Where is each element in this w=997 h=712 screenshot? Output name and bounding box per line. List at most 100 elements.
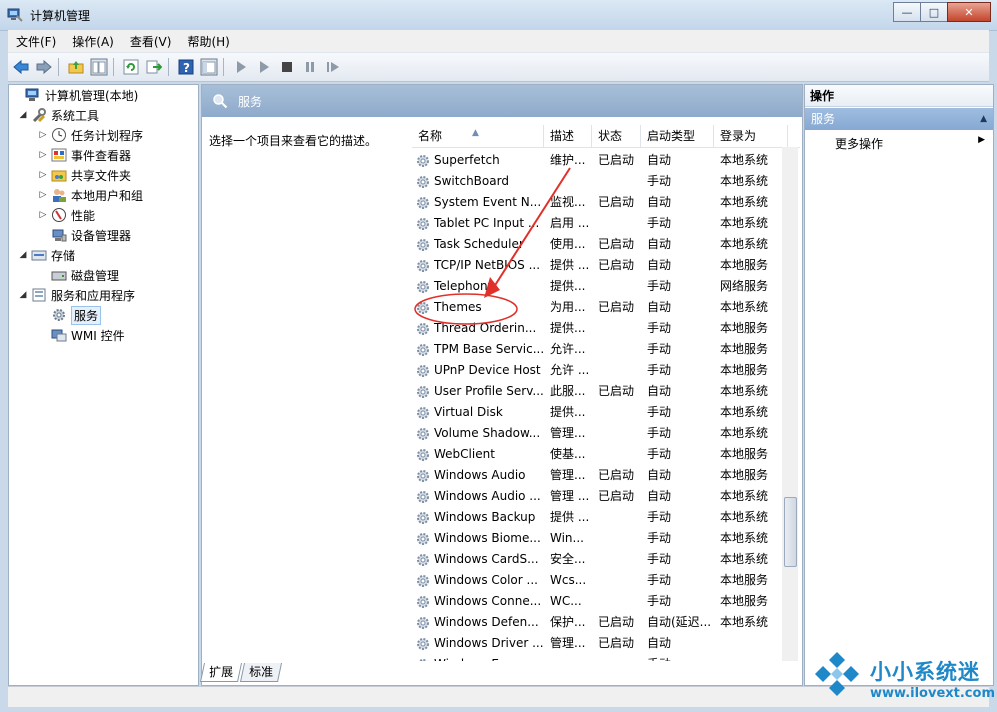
tab-extended[interactable]: 扩展	[199, 663, 243, 682]
refresh-icon[interactable]	[121, 57, 141, 77]
column-header-log-on-as[interactable]: 登录为	[714, 125, 788, 147]
service-startup-cell: 自动	[647, 300, 672, 314]
table-row[interactable]: Volume Shadow... 管理... 手动 本地系统	[412, 423, 800, 444]
collapse-up-icon[interactable]: ▲	[980, 108, 987, 130]
show-hide-tree-icon[interactable]	[89, 57, 109, 77]
service-logon-cell: 本地服务	[720, 468, 769, 482]
close-button[interactable]: ✕	[947, 2, 991, 22]
submenu-arrow-icon[interactable]: ▶	[978, 135, 985, 145]
menu-help[interactable]: 帮助(H)	[179, 33, 237, 50]
service-name-cell: Windows Conne...	[412, 591, 544, 612]
tree-item-wmi-control[interactable]: WMI 控件	[37, 325, 125, 345]
table-row[interactable]: System Event N... 监视... 已启动 自动 本地系统	[412, 192, 800, 213]
column-header-status[interactable]: 状态	[592, 125, 641, 147]
table-row[interactable]: Windows Audio 管理... 已启动 自动 本地服务	[412, 465, 800, 486]
column-header-startup-type[interactable]: 启动类型	[641, 125, 714, 147]
menu-bar: 文件(F) 操作(A) 查看(V) 帮助(H)	[8, 30, 989, 52]
service-name-cell: Windows Driver ...	[412, 633, 544, 654]
expanded-arrow-icon[interactable]: ◢	[17, 110, 29, 120]
maximize-button[interactable]: □	[920, 2, 948, 22]
tree-item-system-tools[interactable]: ◢ 系统工具	[17, 105, 99, 125]
table-row[interactable]: Windows Color ... Wcs... 手动 本地服务	[412, 570, 800, 591]
service-logon-cell: 本地系统	[720, 615, 769, 629]
table-row[interactable]: Virtual Disk 提供... 手动 本地系统	[412, 402, 800, 423]
column-header-description[interactable]: 描述	[544, 125, 592, 147]
service-name-cell: User Profile Serv...	[412, 381, 544, 402]
tree-item-shared-folders[interactable]: ▷ 共享文件夹	[37, 165, 131, 185]
collapsed-arrow-icon[interactable]: ▷	[37, 170, 49, 180]
up-folder-icon[interactable]	[66, 57, 86, 77]
service-gear-icon	[417, 427, 429, 440]
tree-item-services-and-applications[interactable]: ◢ 服务和应用程序	[17, 285, 135, 305]
table-row[interactable]: Windows Conne... WC... 手动 本地服务	[412, 591, 800, 612]
expanded-arrow-icon[interactable]: ◢	[17, 290, 29, 300]
help-icon[interactable]: ?	[176, 57, 196, 77]
column-header-name[interactable]: 名称 ▲	[412, 125, 544, 147]
tree-item-computer-management[interactable]: 计算机管理(本地)	[11, 85, 138, 105]
back-icon[interactable]	[11, 57, 31, 77]
tree-item-storage[interactable]: ◢ 存储	[17, 245, 75, 265]
table-row[interactable]: Superfetch 维护... 已启动 自动 本地系统	[412, 150, 800, 171]
service-description-cell: WC...	[550, 594, 582, 608]
forward-icon[interactable]	[34, 57, 54, 77]
export-icon[interactable]	[144, 57, 164, 77]
collapsed-arrow-icon[interactable]: ▷	[37, 190, 49, 200]
table-row[interactable]: UPnP Device Host 允许 ... 手动 本地服务	[412, 360, 800, 381]
table-row[interactable]: Thread Orderin... 提供... 手动 本地服务	[412, 318, 800, 339]
stop-icon[interactable]	[277, 57, 297, 77]
table-row[interactable]: Windows Driver ... 管理... 已启动 自动	[412, 633, 800, 654]
table-row[interactable]: Telephony 提供... 手动 网络服务	[412, 276, 800, 297]
collapsed-arrow-icon[interactable]: ▷	[37, 130, 49, 140]
start-icon[interactable]	[254, 57, 274, 77]
tree-item-event-viewer[interactable]: ▷ 事件查看器	[37, 145, 131, 165]
actions-section-services[interactable]: 服务 ▲	[805, 108, 993, 130]
console-view-icon[interactable]	[199, 57, 219, 77]
collapsed-arrow-icon[interactable]: ▷	[37, 150, 49, 160]
expanded-arrow-icon[interactable]: ◢	[17, 250, 29, 260]
more-actions-item[interactable]: 更多操作	[835, 135, 883, 152]
device-manager-icon	[52, 229, 67, 242]
service-description-cell: 提供 ...	[550, 258, 590, 272]
menu-view[interactable]: 查看(V)	[122, 33, 180, 50]
tab-label: 扩展	[209, 665, 234, 679]
tree-item-services[interactable]: 服务	[37, 305, 102, 325]
restart-icon[interactable]	[323, 57, 343, 77]
tree-item-performance[interactable]: ▷ 性能	[37, 205, 95, 225]
service-name-cell: UPnP Device Host	[412, 360, 544, 381]
start-service-icon[interactable]	[231, 57, 251, 77]
table-row[interactable]: User Profile Serv... 此服... 已启动 自动 本地系统	[412, 381, 800, 402]
table-row[interactable]: Task Scheduler 使用... 已启动 自动 本地系统	[412, 234, 800, 255]
table-row[interactable]: Themes 为用... 已启动 自动 本地系统	[412, 297, 800, 318]
tree-item-label: 计算机管理(本地)	[45, 88, 139, 103]
tree-item-local-users-groups[interactable]: ▷ 本地用户和组	[37, 185, 143, 205]
table-row[interactable]: Windows Backup 提供 ... 手动 本地系统	[412, 507, 800, 528]
minimize-button[interactable]: —	[893, 2, 921, 22]
tree-item-label: WMI 控件	[71, 328, 125, 343]
tree-item-disk-management[interactable]: 磁盘管理	[37, 265, 119, 285]
table-row[interactable]: WebClient 使基... 手动 本地服务	[412, 444, 800, 465]
collapsed-arrow-icon[interactable]: ▷	[37, 210, 49, 220]
table-row[interactable]: SwitchBoard 手动 本地系统	[412, 171, 800, 192]
scrollbar-thumb[interactable]	[784, 497, 797, 567]
table-row[interactable]: Windows Biome... Win... 手动 本地系统	[412, 528, 800, 549]
table-row[interactable]: Windows Defen... 保护... 已启动 自动(延迟... 本地系统	[412, 612, 800, 633]
menu-file[interactable]: 文件(F)	[8, 33, 64, 50]
table-row[interactable]: Windows E...... 手动	[412, 654, 800, 661]
table-row[interactable]: Windows CardS... 安全... 手动 本地系统	[412, 549, 800, 570]
menu-action[interactable]: 操作(A)	[64, 33, 122, 50]
table-row[interactable]: Tablet PC Input ... 启用 ... 手动 本地系统	[412, 213, 800, 234]
table-row[interactable]: TPM Base Servic... 允许... 手动 本地服务	[412, 339, 800, 360]
service-startup-cell: 手动	[647, 363, 672, 377]
watermark-url: www.ilovext.com	[870, 686, 995, 701]
service-logon-cell: 本地系统	[720, 237, 769, 251]
pause-icon[interactable]	[300, 57, 320, 77]
tab-standard[interactable]: 标准	[239, 663, 283, 682]
table-row[interactable]: TCP/IP NetBIOS ... 提供 ... 已启动 自动 本地服务	[412, 255, 800, 276]
tree-item-device-manager[interactable]: 设备管理器	[37, 225, 131, 245]
table-row[interactable]: Windows Audio ... 管理 ... 已启动 自动 本地系统	[412, 486, 800, 507]
service-gear-icon	[417, 175, 429, 188]
service-name-cell: WebClient	[412, 444, 544, 465]
vertical-scrollbar[interactable]	[782, 147, 798, 661]
tree-item-label: 服务	[71, 305, 102, 325]
tree-item-task-scheduler[interactable]: ▷ 任务计划程序	[37, 125, 143, 145]
